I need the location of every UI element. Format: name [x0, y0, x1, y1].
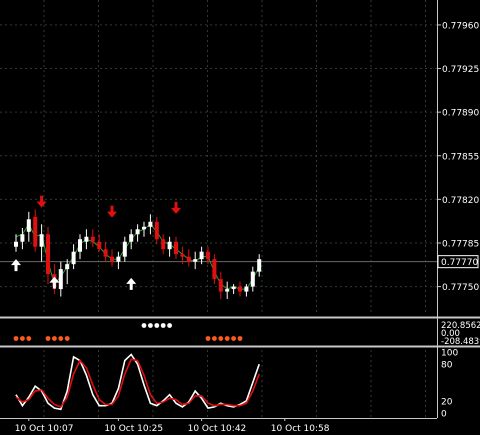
bull-dot: [160, 323, 166, 328]
candle-body: [39, 234, 44, 247]
candle-body: [71, 251, 76, 265]
price-tick-label: 0.77890: [442, 109, 479, 119]
candle-body: [122, 241, 127, 257]
candle-body: [26, 219, 31, 232]
candle-body: [244, 286, 249, 292]
candle-body: [110, 256, 114, 262]
candle-body: [257, 259, 262, 272]
candle-body: [14, 241, 18, 247]
bear-dot: [26, 336, 32, 341]
candle-body: [161, 239, 166, 250]
price-tick-label: 0.77820: [442, 196, 479, 206]
candle-body: [84, 236, 89, 242]
time-label: 10 Oct 10:42: [188, 424, 247, 434]
bear-dot: [45, 336, 51, 341]
candle-body: [148, 221, 153, 227]
candle-body: [142, 226, 146, 230]
candle-body: [174, 241, 178, 255]
price-tick-label: 0.77855: [442, 152, 479, 162]
candle-body: [199, 251, 204, 260]
bear-dot: [52, 336, 57, 341]
time-label: 10 Oct 10:25: [104, 424, 163, 434]
time-label: 10 Oct 10:58: [271, 424, 330, 434]
time-label: 10 Oct 10:07: [15, 424, 74, 434]
candle-body: [135, 229, 140, 235]
oscillator-tick-label: 100: [441, 349, 458, 359]
candle-body: [154, 221, 159, 240]
candle-body: [129, 234, 134, 242]
bull-dot: [148, 323, 153, 328]
candle-body: [250, 271, 255, 287]
candle-body: [225, 289, 230, 292]
candle-body: [186, 256, 191, 262]
bear-dot: [218, 336, 224, 341]
bear-dot: [20, 336, 25, 341]
bear-dot: [224, 336, 230, 341]
candle-body: [65, 264, 70, 270]
bear-dot: [231, 336, 237, 341]
bull-dot: [154, 323, 160, 328]
candle-body: [212, 259, 217, 280]
oscillator-tick-label: 0: [441, 410, 447, 420]
candle-body: [78, 239, 82, 252]
candle-body: [180, 254, 185, 257]
candle-body: [231, 286, 236, 290]
current-price-label: 0.77770: [441, 258, 478, 268]
bear-dot: [13, 336, 19, 341]
oscillator-tick-label: 20: [441, 397, 453, 407]
bear-dot: [58, 336, 64, 341]
price-tick-label: 0.77925: [442, 65, 479, 75]
candle-body: [116, 256, 121, 262]
oscillator-tick-label: 80: [441, 361, 453, 371]
price-tick-label: 0.77960: [442, 21, 479, 31]
bear-dot: [205, 336, 211, 341]
candle-body: [206, 251, 210, 260]
candle-body: [238, 286, 242, 292]
bear-dot: [237, 336, 243, 341]
candle-body: [46, 234, 50, 275]
bear-dot: [212, 336, 217, 341]
bull-dot: [167, 323, 173, 328]
candle-body: [20, 234, 25, 242]
candle-body: [97, 241, 102, 250]
price-tick-label: 0.77785: [442, 239, 479, 249]
candle-body: [33, 216, 38, 247]
chart: 0.77960 0.77925 0.77890 0.77855 0.77820 0.777…: [0, 0, 480, 435]
candle-body: [58, 269, 63, 290]
candle-body: [218, 279, 223, 292]
candle-body: [193, 259, 198, 262]
dot-indicator-label: -208.4839: [441, 337, 480, 347]
candle-body: [103, 249, 108, 257]
candle-body: [167, 241, 172, 250]
bull-dot: [141, 323, 147, 328]
price-tick-label: 0.77750: [442, 283, 479, 293]
bear-dot: [64, 336, 70, 341]
candle-body: [90, 236, 95, 242]
